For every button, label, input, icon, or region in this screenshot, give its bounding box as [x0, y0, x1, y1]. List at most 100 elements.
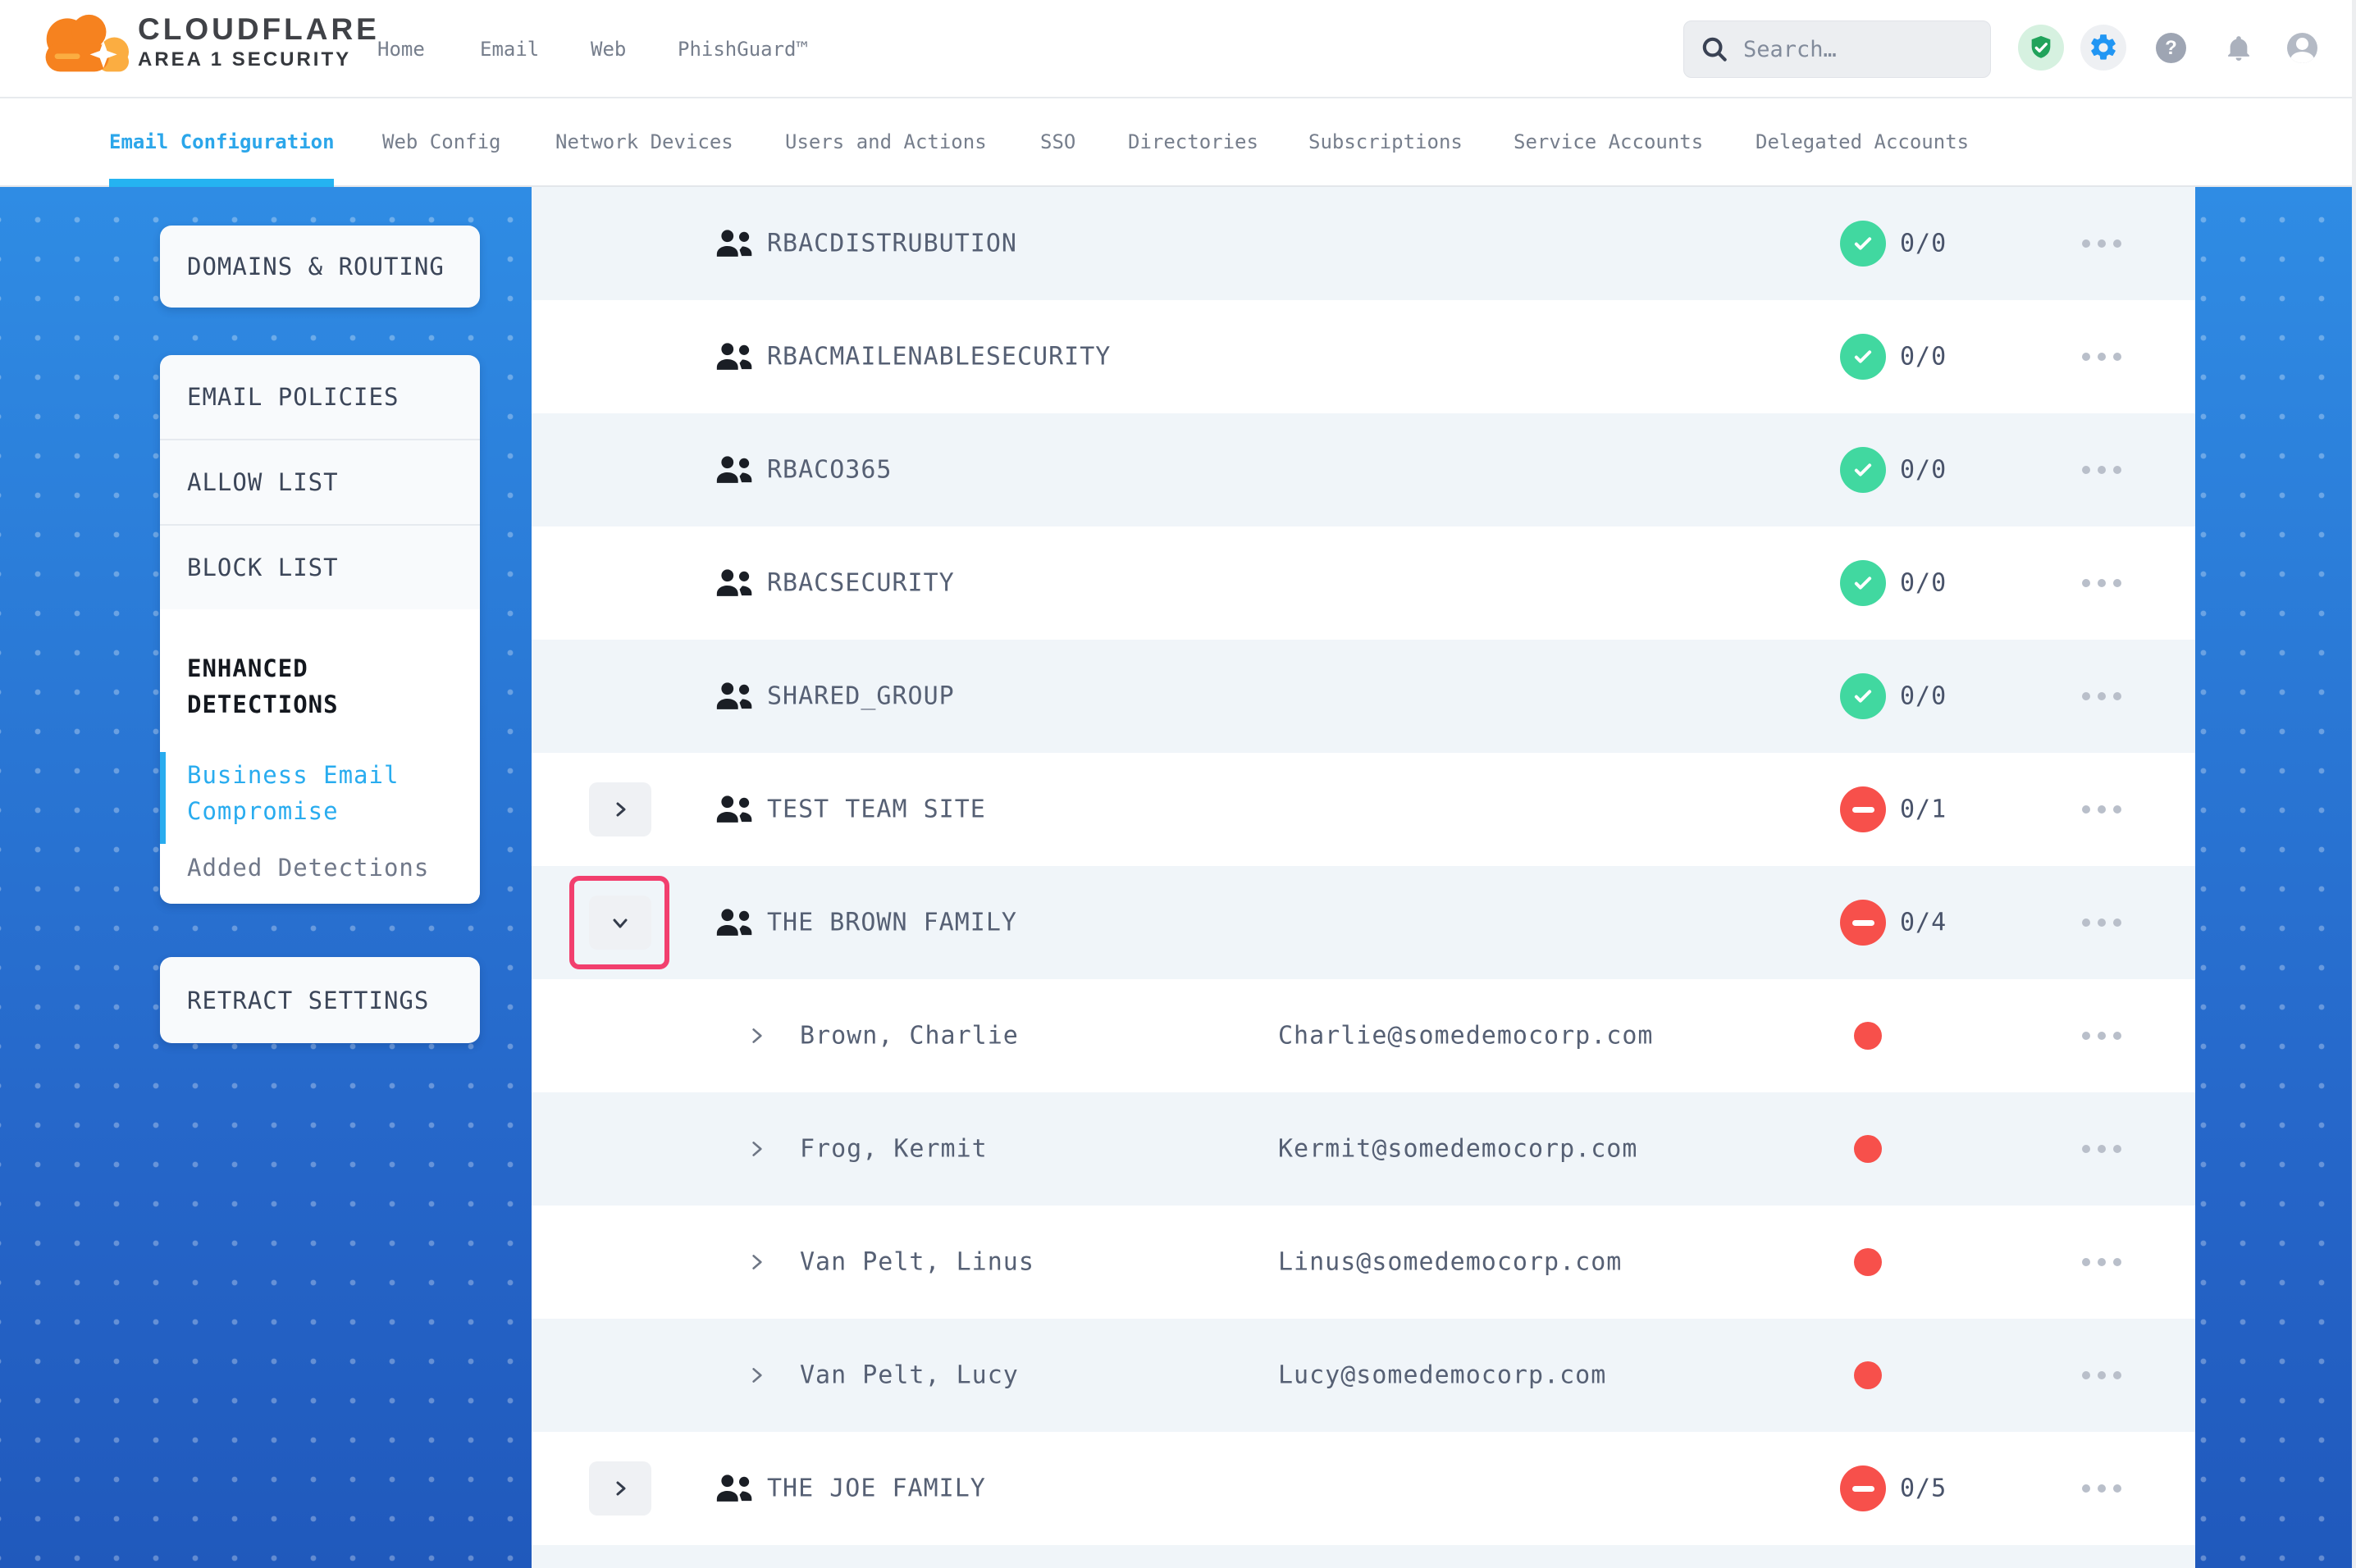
status-ok-badge [1840, 334, 1886, 380]
tab-directories[interactable]: Directories [1128, 98, 1258, 185]
group-name: THE BROWN FAMILY [767, 909, 1017, 937]
next-row-partial [532, 1545, 2195, 1568]
expand-group-button[interactable] [589, 782, 651, 836]
help-icon[interactable]: ? [2156, 33, 2186, 63]
chevron-right-icon[interactable] [747, 1025, 768, 1046]
sidebar-item-block-list[interactable]: BLOCK LIST [160, 526, 480, 611]
protection-shield-icon[interactable] [2018, 25, 2064, 71]
group-name: TEST TEAM SITE [767, 795, 986, 824]
chevron-down-icon [610, 913, 630, 932]
row-actions-menu[interactable] [2077, 1475, 2126, 1502]
sidebar-card-domains-routing[interactable]: DOMAINS & ROUTING [160, 226, 480, 308]
row-actions-menu[interactable] [2077, 230, 2126, 258]
sidebar-card-retract-settings[interactable]: RETRACT SETTINGS [160, 957, 480, 1043]
sidebar-item-business-email-compromise[interactable]: Business Email Compromise [187, 757, 453, 829]
group-name: RBACO365 [767, 456, 893, 485]
status-blocked-dot [1854, 1248, 1882, 1276]
app-header: CLOUDFLARE AREA 1 SECURITY Home Email We… [0, 0, 2356, 98]
minus-icon [1852, 807, 1874, 813]
tab-network-devices[interactable]: Network Devices [555, 98, 733, 185]
business-email-compromise-label: Business Email Compromise [187, 761, 399, 825]
sidebar-item-added-detections[interactable]: Added Detections [187, 854, 453, 882]
member-row[interactable]: Van Pelt, Lucy Lucy@somedemocorp.com [532, 1319, 2195, 1432]
minus-icon [1852, 1486, 1874, 1492]
account-user-icon[interactable] [2287, 33, 2317, 63]
tab-delegated-accounts[interactable]: Delegated Accounts [1756, 98, 1969, 185]
collapse-group-button[interactable] [589, 896, 651, 950]
row-actions-menu[interactable] [2077, 456, 2126, 484]
chevron-right-icon[interactable] [747, 1138, 768, 1160]
sidebar-item-retract-settings[interactable]: RETRACT SETTINGS [160, 987, 429, 1014]
group-name: RBACDISTRUBUTION [767, 230, 1017, 258]
brand-subtitle: AREA 1 SECURITY [138, 48, 380, 72]
nav-item-phishguard[interactable]: PhishGuard™ [678, 0, 808, 98]
group-row[interactable]: THE BROWN FAMILY 0/4 [532, 866, 2195, 979]
member-row[interactable]: Brown, Charlie Charlie@somedemocorp.com [532, 979, 2195, 1092]
tab-sso[interactable]: SSO [1040, 98, 1075, 185]
notifications-bell-icon[interactable] [2222, 31, 2255, 66]
chevron-right-icon[interactable] [747, 1365, 768, 1386]
group-row[interactable]: SHARED_GROUP 0/0 [532, 640, 2195, 753]
chevron-right-icon [610, 1479, 630, 1498]
help-glyph: ? [2165, 37, 2177, 60]
row-actions-menu[interactable] [2077, 909, 2126, 937]
group-name: RBACSECURITY [767, 569, 955, 598]
sidebar-item-domains-routing[interactable]: DOMAINS & ROUTING [160, 253, 445, 280]
group-people-icon [715, 906, 755, 939]
settings-gear-icon[interactable] [2080, 25, 2126, 71]
tab-service-accounts[interactable]: Service Accounts [1514, 98, 1703, 185]
config-subnav: Email Configuration Web Config Network D… [0, 98, 2356, 187]
row-actions-menu[interactable] [2077, 682, 2126, 710]
block-list-label: BLOCK LIST [160, 554, 339, 581]
member-email: Kermit@somedemocorp.com [1278, 1135, 1637, 1164]
member-email: Linus@somedemocorp.com [1278, 1248, 1622, 1277]
allow-list-label: ALLOW LIST [160, 468, 339, 496]
group-name: THE JOE FAMILY [767, 1475, 986, 1503]
expand-group-button[interactable] [589, 1461, 651, 1516]
search-box[interactable] [1683, 21, 1991, 78]
cloudflare-cloud-icon [34, 7, 135, 77]
chevron-right-icon[interactable] [747, 1251, 768, 1273]
tab-web-config[interactable]: Web Config [382, 98, 501, 185]
member-name: Frog, Kermit [800, 1135, 988, 1164]
group-row[interactable]: RBACDISTRUBUTION 0/0 [532, 187, 2195, 300]
email-policies-label: EMAIL POLICIES [160, 383, 399, 411]
cloudflare-logo[interactable]: CLOUDFLARE AREA 1 SECURITY [34, 7, 380, 77]
active-item-bar [160, 752, 166, 844]
row-actions-menu[interactable] [2077, 795, 2126, 823]
row-actions-menu[interactable] [2077, 1248, 2126, 1276]
row-actions-menu[interactable] [2077, 1135, 2126, 1163]
group-people-icon [715, 567, 755, 599]
group-row[interactable]: TEST TEAM SITE 0/1 [532, 753, 2195, 866]
search-icon [1699, 34, 1730, 65]
group-people-icon [715, 793, 755, 826]
row-actions-menu[interactable] [2077, 1022, 2126, 1050]
status-ok-badge [1840, 221, 1886, 267]
sidebar-item-allow-list[interactable]: ALLOW LIST [160, 440, 480, 526]
sidebar-card-policies: EMAIL POLICIES ALLOW LIST BLOCK LIST ENH… [160, 355, 480, 904]
row-actions-menu[interactable] [2077, 343, 2126, 371]
member-email: Charlie@somedemocorp.com [1278, 1022, 1653, 1051]
group-row[interactable]: RBACMAILENABLESECURITY 0/0 [532, 300, 2195, 413]
status-ok-badge [1840, 447, 1886, 493]
group-row[interactable]: RBACO365 0/0 [532, 413, 2195, 526]
row-actions-menu[interactable] [2077, 1361, 2126, 1389]
tab-users-and-actions[interactable]: Users and Actions [785, 98, 987, 185]
status-blocked-badge [1840, 786, 1886, 832]
row-actions-menu[interactable] [2077, 569, 2126, 597]
nav-item-web[interactable]: Web [591, 0, 626, 98]
nav-item-home[interactable]: Home [377, 0, 425, 98]
nav-item-email[interactable]: Email [480, 0, 539, 98]
search-input[interactable] [1743, 37, 1975, 62]
member-row[interactable]: Frog, Kermit Kermit@somedemocorp.com [532, 1092, 2195, 1206]
sidebar-item-email-policies[interactable]: EMAIL POLICIES [160, 355, 480, 440]
group-row[interactable]: RBACSECURITY 0/0 [532, 526, 2195, 640]
tab-subscriptions[interactable]: Subscriptions [1308, 98, 1463, 185]
member-row[interactable]: Van Pelt, Linus Linus@somedemocorp.com [532, 1206, 2195, 1319]
scrollbar-track[interactable] [2352, 0, 2356, 1568]
group-people-icon [715, 1472, 755, 1505]
group-row[interactable]: THE JOE FAMILY 0/5 [532, 1432, 2195, 1545]
member-count: 0/0 [1900, 682, 1947, 711]
tab-email-configuration[interactable]: Email Configuration [109, 98, 335, 185]
member-count: 0/1 [1900, 795, 1947, 824]
